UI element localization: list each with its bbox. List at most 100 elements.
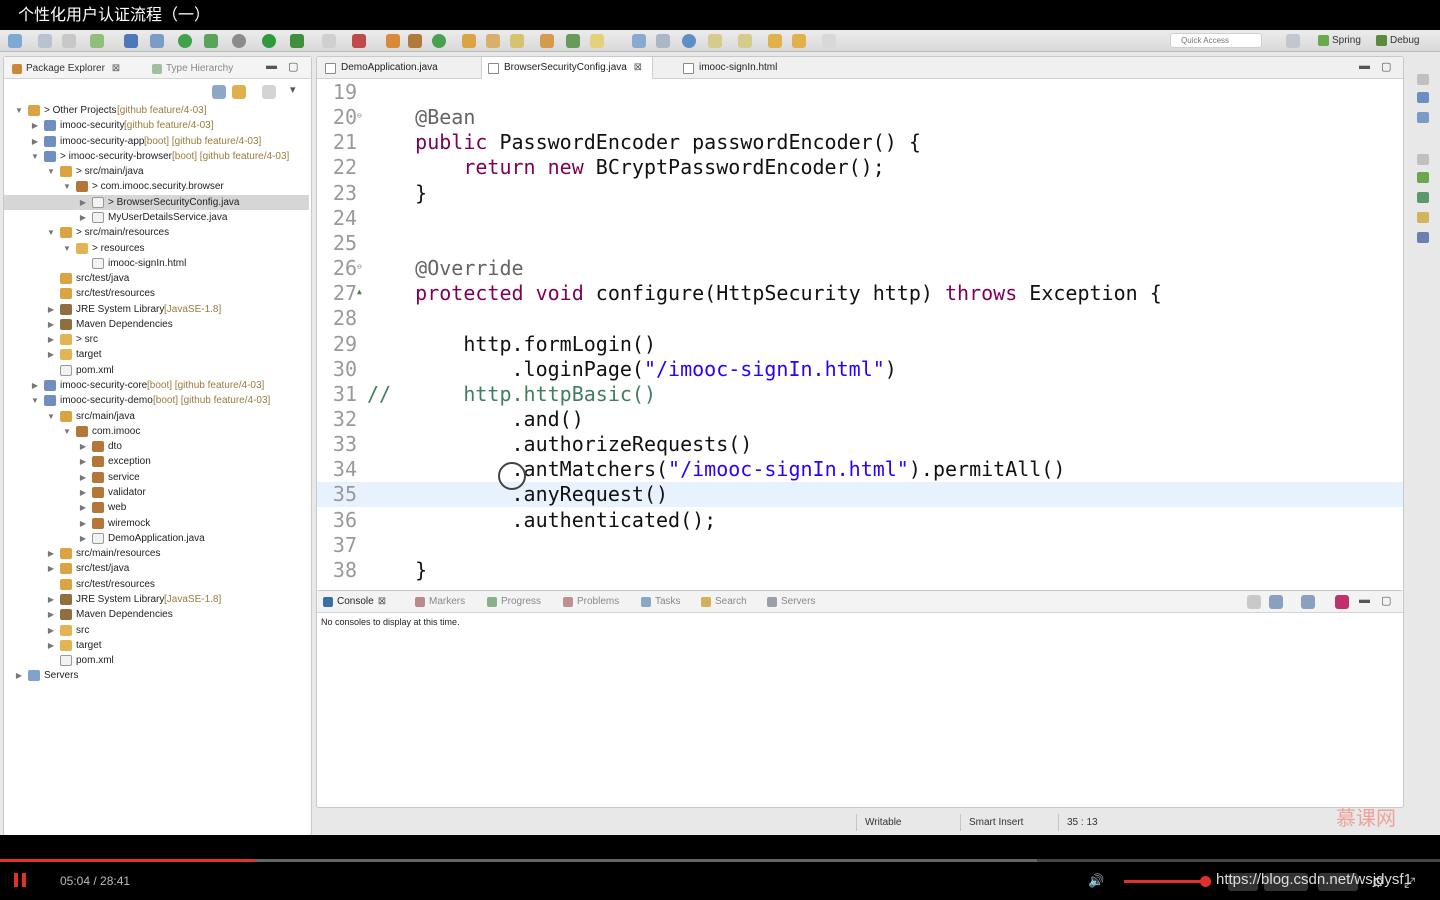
tab-problems[interactable]: Problems	[561, 595, 619, 609]
outline-icon[interactable]	[1417, 92, 1429, 103]
search-files-icon[interactable]	[540, 34, 554, 48]
tree-item[interactable]: ▶ target	[4, 638, 309, 653]
show-whitespace-icon[interactable]	[656, 34, 670, 48]
code-line[interactable]: 35 .anyRequest()	[317, 482, 1403, 508]
tree-item[interactable]: ▶ exception	[4, 454, 309, 469]
task-list-icon[interactable]	[1417, 112, 1429, 123]
maximize-icon[interactable]: ▢	[1381, 594, 1391, 607]
forward-arrow-icon[interactable]	[822, 34, 836, 48]
link-with-editor-icon[interactable]	[232, 85, 246, 99]
collapse-right-icon[interactable]: ▶	[46, 638, 56, 653]
fold-collapse-icon[interactable]: ⊖	[357, 111, 362, 120]
volume-icon[interactable]: 🔊	[1088, 873, 1104, 889]
collapse-right-icon[interactable]: ▶	[30, 378, 40, 393]
tab-markers[interactable]: Markers	[413, 595, 465, 609]
collapse-right-icon[interactable]: ▶	[46, 592, 56, 607]
minimize-icon[interactable]: ▬	[266, 60, 277, 72]
code-line[interactable]: 33 .authorizeRequests()	[317, 432, 1403, 457]
expand-down-icon[interactable]: ▼	[46, 164, 56, 179]
git-icon[interactable]	[1417, 192, 1429, 203]
tree-item[interactable]: ▶ MyUserDetailsService.java	[4, 210, 309, 225]
volume-handle[interactable]	[1200, 876, 1211, 887]
toggle-breadcrumb-icon[interactable]	[632, 34, 646, 48]
collapse-right-icon[interactable]: ▶	[14, 668, 24, 683]
collapse-all-icon[interactable]	[212, 85, 226, 99]
junit-icon[interactable]	[1417, 232, 1429, 243]
tab-progress[interactable]: Progress	[485, 595, 541, 609]
code-line[interactable]: 38 }	[317, 558, 1403, 583]
history-icon[interactable]	[1417, 212, 1429, 223]
code-line[interactable]: 37	[317, 533, 1403, 558]
tree-item[interactable]: ▶ imooc-security [github feature/4-03]	[4, 118, 309, 133]
tree-item[interactable]: ▶ imooc-security-core [boot] [github feat…	[4, 378, 309, 393]
expand-down-icon[interactable]: ▼	[46, 225, 56, 240]
expand-down-icon[interactable]: ▼	[62, 424, 72, 439]
tree-item[interactable]: pom.xml	[4, 653, 309, 668]
video-progress-bar[interactable]	[0, 859, 1440, 862]
code-line[interactable]: 22 return new BCryptPasswordEncoder();	[317, 155, 1403, 180]
new-icon[interactable]	[8, 34, 22, 48]
tree-item[interactable]: ▼ imooc-security-demo [boot] [github feat…	[4, 393, 309, 408]
tree-item[interactable]: src/test/resources	[4, 577, 309, 592]
debug-perspective-button[interactable]: Debug	[1374, 32, 1419, 49]
tree-item[interactable]: ▶ wiremock	[4, 516, 309, 531]
tab-imooc-signin-html[interactable]: imooc-signIn.html	[677, 57, 787, 79]
tree-item[interactable]: ▼ > resources	[4, 241, 309, 256]
back-history-icon[interactable]	[792, 34, 806, 48]
collapse-right-icon[interactable]: ▶	[30, 134, 40, 149]
tree-item[interactable]: ▶ src/test/java	[4, 561, 309, 576]
tree-item[interactable]: ▼ > src/main/resources	[4, 225, 309, 240]
open-console-icon[interactable]	[1247, 595, 1261, 609]
code-line[interactable]: 21 public PasswordEncoder passwordEncode…	[317, 130, 1403, 155]
tree-item[interactable]: ▶ Maven Dependencies	[4, 317, 309, 332]
terminal-icon[interactable]	[124, 34, 138, 48]
tree-item[interactable]: ▶ > src	[4, 332, 309, 347]
expand-down-icon[interactable]: ▼	[46, 409, 56, 424]
code-line[interactable]: 34 .antMatchers("/imooc-signIn.html").pe…	[317, 457, 1403, 482]
tree-item[interactable]: src/test/resources	[4, 286, 309, 301]
code-line[interactable]: 19	[317, 80, 1403, 105]
collapse-right-icon[interactable]: ▶	[78, 195, 88, 210]
new-package-icon[interactable]	[408, 34, 422, 48]
prev-annotation-icon[interactable]	[738, 34, 752, 48]
minimize-icon[interactable]: ▬	[1359, 594, 1370, 606]
new-console-icon[interactable]	[1301, 595, 1315, 609]
code-line[interactable]: 27 ▲ protected void configure(HttpSecurit…	[317, 281, 1403, 306]
spring-explorer-icon[interactable]	[1417, 172, 1429, 183]
code-line[interactable]: 20 ⊖ @Bean	[317, 105, 1403, 130]
code-area[interactable]: 19 20 ⊖ @Bean 21 public PasswordEncoder pas…	[317, 80, 1403, 611]
expand-down-icon[interactable]: ▼	[30, 393, 40, 408]
spring-perspective-button[interactable]: Spring	[1316, 32, 1361, 49]
tab-tasks[interactable]: Tasks	[639, 595, 681, 609]
tree-item[interactable]: ▶ Servers	[4, 668, 309, 683]
tab-demo-application[interactable]: DemoApplication.java	[319, 57, 448, 79]
code-line[interactable]: 24	[317, 206, 1403, 231]
tree-item[interactable]: ▶ web	[4, 500, 309, 515]
tab-search[interactable]: Search	[699, 595, 747, 609]
pause-button[interactable]	[12, 873, 28, 889]
expand-down-icon[interactable]: ▼	[62, 241, 72, 256]
tree-item[interactable]: ▼ > src/main/java	[4, 164, 309, 179]
code-line[interactable]: 36 .authenticated();	[317, 508, 1403, 533]
task-marker-icon[interactable]	[352, 34, 366, 48]
debug-gear-icon[interactable]	[232, 34, 246, 48]
next-annotation-icon[interactable]	[708, 34, 722, 48]
collapse-right-icon[interactable]: ▶	[46, 302, 56, 317]
collapse-right-icon[interactable]: ▶	[46, 546, 56, 561]
open-type-icon[interactable]	[486, 34, 500, 48]
code-line[interactable]: 30 .loginPage("/imooc-signIn.html")	[317, 357, 1403, 382]
display-console-icon[interactable]	[1269, 595, 1283, 609]
collapse-right-icon[interactable]: ▶	[78, 500, 88, 515]
tab-package-explorer[interactable]: Package Explorer ⊠	[10, 62, 120, 76]
expand-down-icon[interactable]: ▼	[62, 179, 72, 194]
collapse-right-icon[interactable]: ▶	[46, 623, 56, 638]
tab-browser-security-config[interactable]: BrowserSecurityConfig.java ⊠	[481, 57, 653, 79]
collapse-right-icon[interactable]: ▶	[46, 607, 56, 622]
tab-type-hierarchy[interactable]: Type Hierarchy	[150, 62, 233, 76]
restore-icon[interactable]	[1417, 74, 1429, 85]
print-icon[interactable]	[62, 34, 76, 48]
minimize-icon[interactable]: ▬	[1359, 60, 1370, 72]
tab-servers[interactable]: Servers	[765, 595, 815, 609]
code-line[interactable]: 26 ⊖ @Override	[317, 256, 1403, 281]
spring-boot-icon[interactable]	[1335, 595, 1349, 609]
